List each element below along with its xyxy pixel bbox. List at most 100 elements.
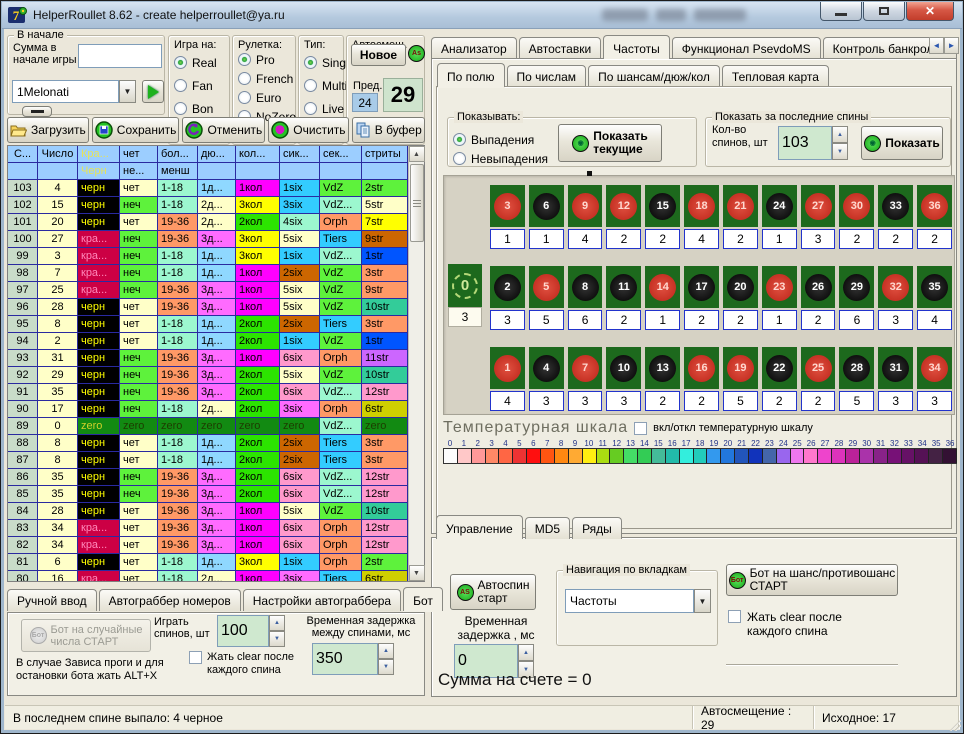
show-button[interactable]: ◉ Показать — [861, 126, 943, 160]
table-cell: 88 — [8, 435, 38, 452]
sum-at-start-input[interactable] — [78, 44, 162, 68]
main-tab-3[interactable]: Частоты — [603, 35, 670, 59]
show-current-button[interactable]: ◉ Показатьтекущие — [558, 124, 662, 162]
input-tab-4[interactable]: Бот — [403, 587, 443, 611]
radio-icon[interactable] — [174, 102, 187, 115]
prev-label: Пред. — [353, 80, 382, 92]
radio-icon[interactable] — [238, 53, 251, 66]
board-number-23: 23 — [762, 266, 797, 308]
radio-icon[interactable] — [238, 91, 251, 104]
control-tab-3[interactable]: Ряды — [572, 517, 622, 539]
input-tab-3[interactable]: Настройки автограббера — [243, 589, 401, 611]
scroll-up-icon[interactable]: ▲ — [409, 146, 425, 162]
stepper-down-icon[interactable]: ▼ — [832, 143, 848, 160]
freq-tab-2[interactable]: По числам — [507, 65, 587, 87]
clear-after-spin-checkbox[interactable] — [189, 651, 202, 664]
freq-tab-4[interactable]: Тепловая карта — [722, 65, 829, 87]
combo-dropdown-icon[interactable]: ▼ — [694, 589, 711, 613]
save-button[interactable]: Сохранить — [92, 117, 180, 143]
stepper-up-icon[interactable]: ▲ — [832, 126, 848, 143]
play-spins-stepper[interactable]: 100 ▲▼ — [217, 615, 285, 647]
radio-type-singl[interactable]: Singl — [304, 54, 349, 71]
tabs-scroll-left-icon[interactable]: ◄ — [929, 37, 944, 54]
scale-tick-label: 27 — [818, 439, 832, 448]
table-header-cell: бол... — [158, 146, 198, 163]
spin-count-value[interactable]: 103 — [778, 126, 832, 160]
table-cell: 12str — [362, 469, 408, 486]
spin-count-stepper[interactable]: 103 ▲▼ — [778, 126, 848, 160]
stepper-up-icon[interactable]: ▲ — [378, 643, 394, 659]
radio-icon[interactable] — [174, 79, 187, 92]
temp-scale-checkbox[interactable] — [634, 422, 647, 435]
radio-show-выпадения[interactable]: Выпадения — [453, 131, 548, 148]
table-cell: 2str — [362, 180, 408, 197]
main-tab-2[interactable]: Автоставки — [519, 37, 602, 59]
load-button[interactable]: Загрузить — [7, 117, 89, 143]
main-tab-4[interactable]: Функционал PsevdoMS — [672, 37, 821, 59]
freq-tab-3[interactable]: По шансам/дюж/кол — [588, 65, 720, 87]
stepper-up-icon[interactable]: ▲ — [518, 644, 534, 661]
maximize-button[interactable] — [863, 2, 905, 21]
scroll-down-icon[interactable]: ▼ — [409, 565, 425, 581]
table-cell: 1-18 — [158, 435, 198, 452]
radio-roulette-pro[interactable]: Pro — [238, 51, 296, 68]
scale-tick-label: 26 — [804, 439, 818, 448]
control-tab-1[interactable]: Управление — [436, 515, 523, 539]
control-tab-2[interactable]: MD5 — [525, 517, 570, 539]
group-tab-navigation: Навигация по вкладкам Частоты ▼ — [556, 570, 718, 646]
radio-icon[interactable] — [304, 102, 317, 115]
autoshift-as-button[interactable]: As — [408, 45, 425, 62]
play-spins-value[interactable]: 100 — [217, 615, 269, 647]
table-header-cell: менш — [158, 163, 198, 180]
stepper-up-icon[interactable]: ▲ — [269, 615, 285, 631]
tabs-scroll-right-icon[interactable]: ► — [944, 37, 959, 54]
radio-icon[interactable] — [304, 79, 317, 92]
play-button[interactable] — [142, 80, 164, 103]
radio-roulette-french[interactable]: French — [238, 70, 296, 87]
stepper-down-icon[interactable]: ▼ — [378, 659, 394, 675]
scale-tick-label: 23 — [763, 439, 777, 448]
preset-combo[interactable]: 1Melonati ▼ — [12, 80, 136, 103]
scale-tick-label: 9 — [568, 439, 582, 448]
radio-type-multi[interactable]: Multi — [304, 77, 349, 94]
spin-delay-stepper[interactable]: 350 ▲▼ — [312, 643, 394, 675]
undo-button[interactable]: Отменить — [182, 117, 265, 143]
table-cell: 31 — [38, 350, 78, 367]
stepper-down-icon[interactable]: ▼ — [269, 631, 285, 647]
table-cell: 17 — [38, 401, 78, 418]
board-count-11: 2 — [606, 310, 641, 330]
input-tab-1[interactable]: Ручной ввод — [7, 589, 97, 611]
spin-delay-value[interactable]: 350 — [312, 643, 378, 675]
minimize-button[interactable] — [820, 2, 862, 21]
clear-after-spin-checkbox[interactable] — [728, 610, 741, 623]
copy-to-buffer-button[interactable]: В буфер — [352, 117, 425, 143]
freq-tab-1[interactable]: По полю — [437, 63, 505, 87]
radio-roulette-euro[interactable]: Euro — [238, 89, 296, 106]
radio-game-fan[interactable]: Fan — [174, 77, 217, 94]
radio-show-невыпадения[interactable]: Невыпадения — [453, 150, 548, 167]
close-button[interactable]: ✕ — [906, 2, 954, 21]
main-tab-1[interactable]: Анализатор — [431, 37, 517, 59]
radio-game-real[interactable]: Real — [174, 54, 217, 71]
radio-icon[interactable] — [453, 152, 466, 165]
tab-navigation-combo[interactable]: Частоты ▼ — [565, 589, 711, 613]
autospin-start-button[interactable]: AS Автоспинстарт — [450, 574, 536, 610]
chance-bot-start-button[interactable]: Бот Бот на шанс/противошансСТАРТ — [726, 564, 898, 596]
radio-icon[interactable] — [238, 72, 251, 85]
clear-button[interactable]: Очистить — [268, 117, 348, 143]
table-header-cell — [198, 163, 236, 180]
radio-icon[interactable] — [453, 133, 466, 146]
combo-dropdown-icon[interactable]: ▼ — [119, 80, 136, 103]
random-bot-start-button[interactable]: Бот Бот на случайныечисла СТАРТ — [21, 619, 151, 652]
new-autoshift-button[interactable]: Новое — [351, 44, 406, 66]
table-scrollbar[interactable]: ▲ ▼ — [408, 146, 424, 581]
radio-game-bon[interactable]: Bon — [174, 100, 217, 117]
input-tab-2[interactable]: Автограббер номеров — [99, 589, 241, 611]
radio-icon[interactable] — [174, 56, 187, 69]
scroll-thumb[interactable] — [410, 164, 424, 242]
collapse-button[interactable] — [22, 106, 52, 117]
resize-grip[interactable] — [949, 719, 961, 731]
clear-after-spin-label: Жать clear послекаждого спина — [207, 651, 294, 677]
radio-icon[interactable] — [304, 56, 317, 69]
radio-type-live[interactable]: Live — [304, 100, 349, 117]
